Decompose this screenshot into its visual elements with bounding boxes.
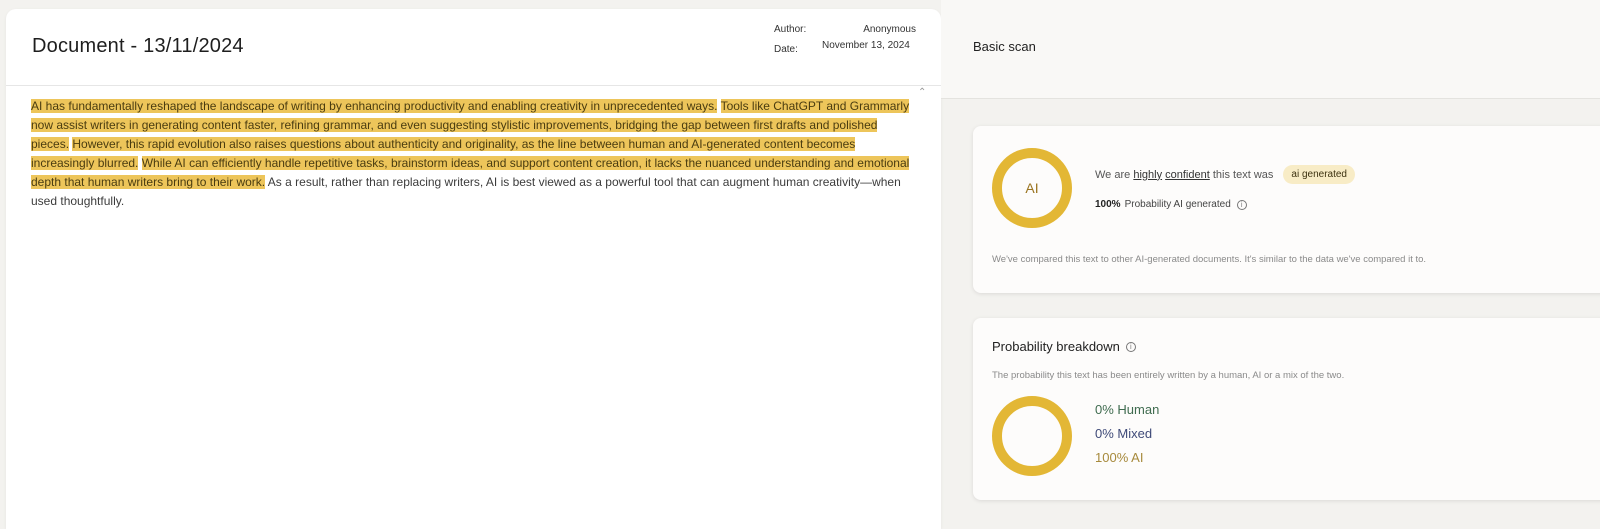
compare-note: We've compared this text to other AI-gen… (992, 254, 1427, 265)
author-value: Anonymous (863, 24, 916, 35)
probability-text: Probability AI generated (1124, 199, 1231, 210)
document-body: AI has fundamentally reshaped the landsc… (31, 97, 911, 211)
info-icon[interactable]: i (1125, 341, 1136, 352)
ring-label: AI (1025, 180, 1039, 196)
document-panel: Document - 13/11/2024 Author: Anonymous … (6, 9, 941, 529)
author-row: Author: Anonymous (774, 24, 922, 35)
chevron-up-icon[interactable]: ⌃ (918, 87, 926, 98)
confidence-prefix: We are (1095, 168, 1131, 181)
breakdown-description: The probability this text has been entir… (992, 370, 1345, 381)
confidence-suffix: this text was (1212, 168, 1274, 181)
info-icon[interactable]: i (1236, 199, 1247, 210)
result-card: AI We are highly confident this text was… (973, 126, 1600, 293)
breakdown-legend: 0% Human 0% Mixed 100% AI (1095, 402, 1159, 474)
probability-value: 100% (1095, 199, 1121, 210)
document-title: Document - 13/11/2024 (32, 35, 244, 57)
breakdown-card: Probability breakdown i The probability … (973, 318, 1600, 500)
breakdown-title-row: Probability breakdown i (992, 339, 1136, 354)
sentence-highlighted[interactable]: AI has fundamentally reshaped the landsc… (31, 99, 718, 113)
document-header: Document - 13/11/2024 Author: Anonymous … (6, 9, 941, 86)
date-label: Date: (774, 44, 798, 55)
date-value: November 13, 2024 (822, 40, 910, 51)
document-meta: Author: Anonymous Date: November 13, 202… (774, 24, 922, 55)
confidence-word-confident[interactable]: confident (1165, 169, 1210, 181)
ai-score-ring: AI (992, 148, 1072, 228)
scan-header: Basic scan (941, 0, 1600, 99)
probability-line: 100% Probability AI generated i (1095, 199, 1247, 210)
ai-generated-badge: ai generated (1283, 165, 1355, 184)
scan-panel: Basic scan AI We are highly confident th… (941, 0, 1600, 521)
scan-title: Basic scan (973, 39, 1036, 54)
author-label: Author: (774, 24, 807, 35)
confidence-word-highly[interactable]: highly (1133, 169, 1162, 181)
confidence-line: We are highly confident this text was ai… (1095, 165, 1355, 184)
legend-human: 0% Human (1095, 402, 1160, 417)
date-row: Date: November 13, 2024 (774, 40, 922, 55)
breakdown-ring (992, 396, 1072, 476)
legend-ai: 100% AI (1095, 450, 1144, 465)
legend-mixed: 0% Mixed (1095, 426, 1153, 441)
breakdown-title: Probability breakdown (992, 339, 1120, 354)
